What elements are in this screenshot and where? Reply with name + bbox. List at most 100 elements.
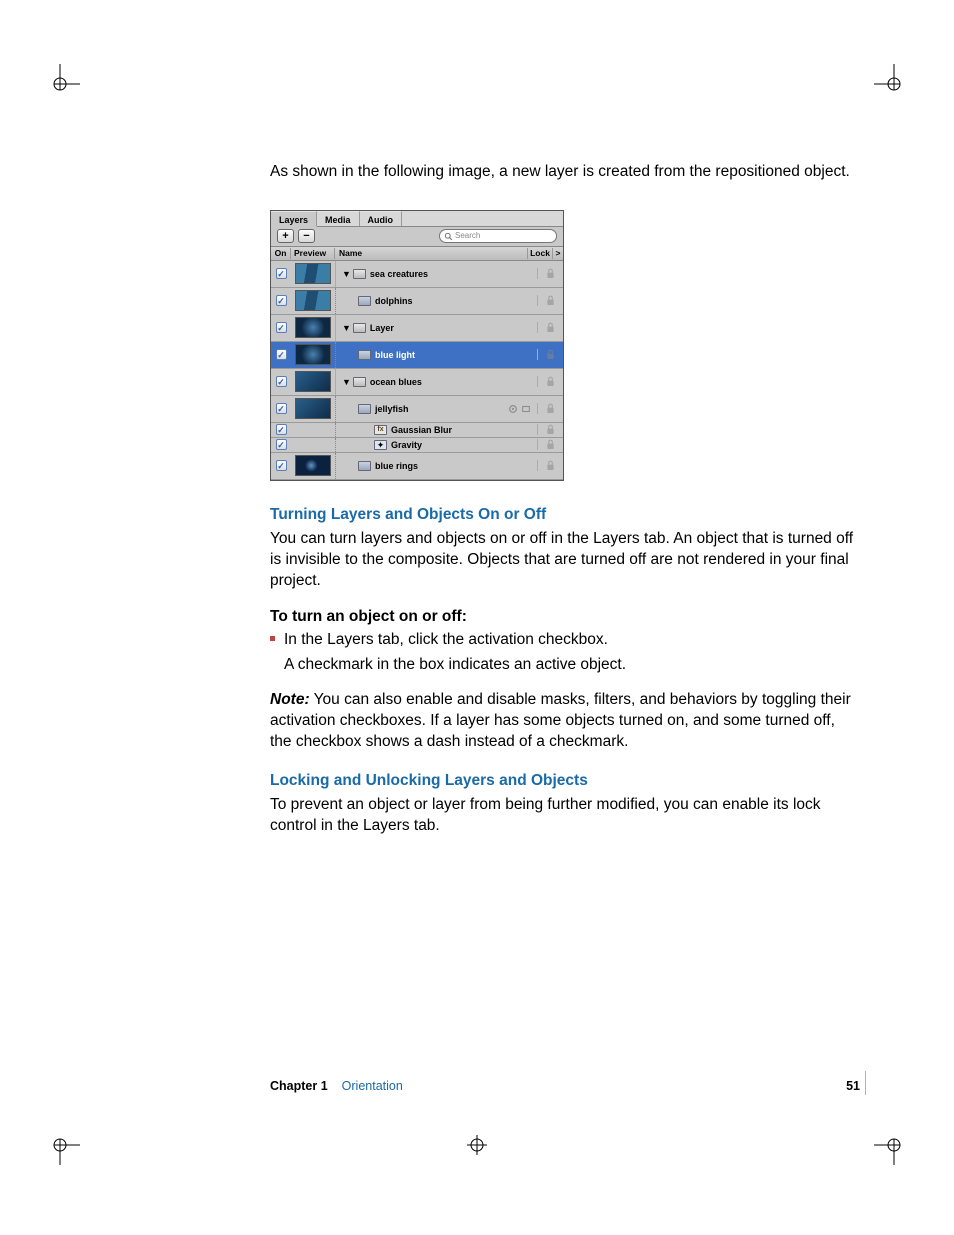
lock-toggle[interactable] [537, 295, 563, 306]
disclosure-triangle-icon[interactable]: ▼ [342, 322, 351, 334]
note-body: You can also enable and disable masks, f… [270, 691, 851, 750]
procedure-result: A checkmark in the box indicates an acti… [270, 655, 860, 676]
layer-row[interactable]: ✓ jellyfish [271, 396, 563, 423]
layer-name-cell[interactable]: dolphins [335, 288, 537, 314]
intro-text: As shown in the following image, a new l… [270, 162, 860, 183]
footer-divider [865, 1071, 866, 1095]
layer-row[interactable]: ✓ ▼ Layer [271, 315, 563, 342]
activation-checkbox[interactable]: ✓ [276, 322, 287, 333]
image-layer-icon [358, 461, 371, 471]
layer-thumbnail [295, 317, 331, 338]
col-lock: Lock [527, 248, 553, 259]
page-footer: Chapter 1 Orientation 51 [270, 1079, 860, 1093]
layer-thumbnail [295, 290, 331, 311]
group-icon [353, 269, 366, 279]
layer-name-cell[interactable]: blue light [335, 342, 537, 368]
search-input[interactable]: Search [439, 229, 557, 243]
procedure-heading: To turn an object on or off: [270, 607, 860, 628]
layer-name-cell[interactable]: fx Gaussian Blur [335, 423, 537, 437]
search-icon [444, 232, 453, 241]
layer-row[interactable]: ✓ dolphins [271, 288, 563, 315]
lock-toggle[interactable] [537, 268, 563, 279]
layers-panel: Layers Media Audio + − Search On Preview… [270, 210, 564, 481]
layer-row[interactable]: ✓ ▼ ocean blues [271, 369, 563, 396]
disclosure-triangle-icon[interactable]: ▼ [342, 376, 351, 388]
layer-name-cell[interactable]: ▼ sea creatures [335, 261, 537, 287]
lock-toggle[interactable] [537, 439, 563, 450]
chapter-name: Orientation [342, 1079, 403, 1093]
section-heading: Locking and Unlocking Layers and Objects [270, 771, 860, 792]
remove-layer-button[interactable]: − [298, 229, 315, 243]
crop-mark-icon [40, 1125, 80, 1165]
tab-audio[interactable]: Audio [360, 211, 403, 226]
layer-name-label: Layer [370, 322, 394, 334]
crop-mark-icon [40, 64, 80, 104]
layer-thumbnail [295, 344, 331, 365]
crop-mark-icon [874, 1125, 914, 1165]
image-layer-icon [358, 296, 371, 306]
note-label: Note: [270, 691, 310, 708]
layer-row[interactable]: ✓ blue light [271, 342, 563, 369]
layer-name-label: blue rings [375, 460, 418, 472]
layer-name-label: ocean blues [370, 376, 422, 388]
lock-toggle[interactable] [537, 322, 563, 333]
lock-toggle[interactable] [537, 424, 563, 435]
crop-mark-icon [457, 1125, 497, 1165]
disclosure-triangle-icon[interactable]: ▼ [342, 268, 351, 280]
layer-name-label: sea creatures [370, 268, 428, 280]
image-layer-icon [358, 350, 371, 360]
layer-name-label: blue light [375, 349, 415, 361]
activation-checkbox[interactable]: ✓ [276, 439, 287, 450]
col-name: Name [335, 248, 527, 259]
crop-mark-icon [874, 64, 914, 104]
behavior-icon: ✦ [374, 440, 387, 450]
layer-row[interactable]: ✓ ▼ sea creatures [271, 261, 563, 288]
layer-row[interactable]: ✓ ✦ Gravity [271, 438, 563, 453]
activation-checkbox[interactable]: ✓ [276, 295, 287, 306]
layer-name-cell[interactable]: blue rings [335, 453, 537, 479]
lock-toggle[interactable] [537, 460, 563, 471]
col-preview: Preview [291, 248, 335, 259]
layer-row[interactable]: ✓ blue rings [271, 453, 563, 480]
col-on: On [271, 248, 291, 259]
section-body: To prevent an object or layer from being… [270, 795, 860, 837]
group-icon [353, 377, 366, 387]
layer-row[interactable]: ✓ fx Gaussian Blur [271, 423, 563, 438]
lock-toggle[interactable] [537, 403, 563, 414]
chapter-label: Chapter 1 [270, 1079, 328, 1093]
group-icon [353, 323, 366, 333]
activation-checkbox[interactable]: ✓ [276, 376, 287, 387]
activation-checkbox[interactable]: ✓ [276, 349, 287, 360]
note-paragraph: Note: You can also enable and disable ma… [270, 690, 860, 753]
layer-name-cell[interactable]: ▼ Layer [335, 315, 537, 341]
layer-thumbnail [295, 455, 331, 476]
tab-media[interactable]: Media [317, 211, 360, 226]
layer-name-label: jellyfish [375, 403, 409, 415]
layer-thumbnail [295, 263, 331, 284]
layer-name-label: Gaussian Blur [391, 424, 452, 436]
layer-name-cell[interactable]: jellyfish [335, 396, 537, 422]
activation-checkbox[interactable]: ✓ [276, 268, 287, 279]
activation-checkbox[interactable]: ✓ [276, 403, 287, 414]
layer-name-label: dolphins [375, 295, 413, 307]
layer-name-cell[interactable]: ✦ Gravity [335, 438, 537, 452]
lock-toggle[interactable] [537, 349, 563, 360]
layer-name-cell[interactable]: ▼ ocean blues [335, 369, 537, 395]
panel-column-header: On Preview Name Lock > [271, 247, 563, 261]
procedure-step: In the Layers tab, click the activation … [270, 630, 860, 651]
layer-thumbnail [295, 371, 331, 392]
add-layer-button[interactable]: + [277, 229, 294, 243]
layer-thumbnail [295, 398, 331, 419]
search-placeholder: Search [455, 231, 480, 242]
activation-checkbox[interactable]: ✓ [276, 460, 287, 471]
panel-tabs: Layers Media Audio [271, 211, 563, 227]
lock-toggle[interactable] [537, 376, 563, 387]
layer-name-label: Gravity [391, 439, 422, 451]
col-more[interactable]: > [553, 248, 563, 259]
tab-layers[interactable]: Layers [271, 211, 317, 227]
image-layer-icon [358, 404, 371, 414]
section-body: You can turn layers and objects on or of… [270, 529, 860, 592]
activation-checkbox[interactable]: ✓ [276, 424, 287, 435]
section-heading: Turning Layers and Objects On or Off [270, 505, 860, 526]
filter-icon: fx [374, 425, 387, 435]
